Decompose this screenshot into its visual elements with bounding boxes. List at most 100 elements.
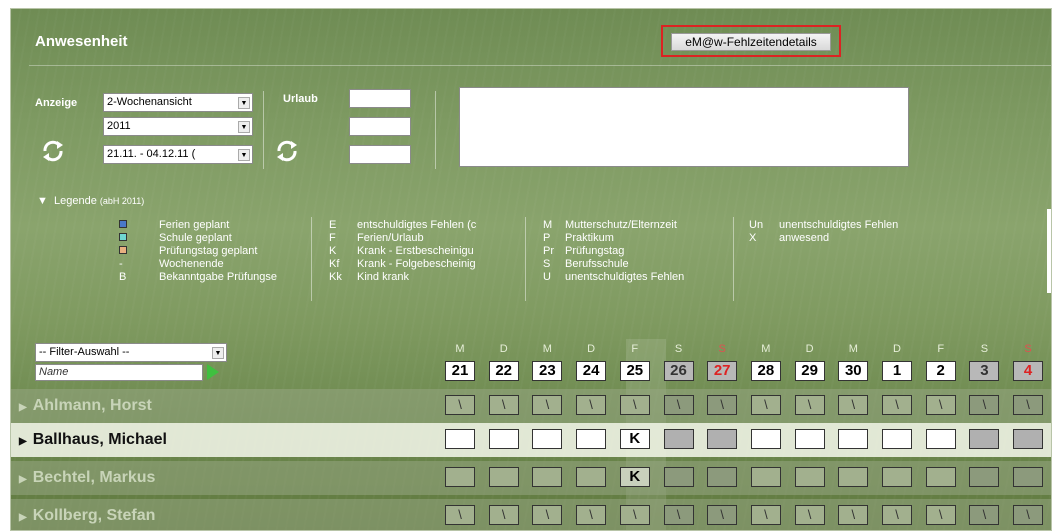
attendance-cell[interactable]: \: [532, 505, 563, 525]
attendance-cell[interactable]: \: [925, 395, 956, 415]
attendance-cell[interactable]: K: [619, 429, 650, 449]
attendance-cell[interactable]: [882, 467, 912, 487]
expand-arrow-icon[interactable]: ▶: [19, 402, 27, 413]
view-select[interactable]: 2-Wochenansicht ▼: [103, 93, 253, 112]
legend-label: Wochenende: [159, 258, 224, 270]
name-filter-input[interactable]: Name: [35, 364, 203, 381]
filter-select[interactable]: -- Filter-Auswahl -- ▼: [35, 343, 227, 362]
attendance-cell[interactable]: [532, 429, 563, 449]
attendance-cell[interactable]: [969, 467, 1000, 487]
day-number: 4: [1013, 361, 1044, 381]
scrollbar-thumb[interactable]: [1047, 209, 1051, 293]
attendance-cell[interactable]: [663, 429, 694, 449]
year-select[interactable]: 2011 ▼: [103, 117, 253, 136]
attendance-cell[interactable]: \: [882, 395, 912, 415]
attendance-cell[interactable]: [445, 429, 475, 449]
attendance-cell[interactable]: [1013, 467, 1044, 487]
attendance-cell[interactable]: [532, 467, 563, 487]
attendance-cell[interactable]: \: [1013, 395, 1044, 415]
attendance-cell[interactable]: [488, 429, 519, 449]
attendance-cell[interactable]: \: [925, 505, 956, 525]
attendance-cell[interactable]: [882, 429, 912, 449]
attendance-cell[interactable]: \: [445, 505, 475, 525]
attendance-cell[interactable]: \: [794, 395, 825, 415]
expand-arrow-icon[interactable]: ▶: [19, 436, 27, 447]
urlaub-field-2[interactable]: [349, 117, 411, 136]
attendance-cell[interactable]: \: [707, 505, 738, 525]
attendance-cell[interactable]: \: [838, 395, 869, 415]
attendance-cell[interactable]: [750, 467, 781, 487]
attendance-cell[interactable]: [1013, 429, 1044, 449]
attendance-cell[interactable]: [969, 429, 1000, 449]
attendance-cell[interactable]: [794, 467, 825, 487]
day-number: 3: [969, 361, 1000, 381]
attendance-cell[interactable]: \: [707, 395, 738, 415]
attendance-cell[interactable]: \: [838, 505, 869, 525]
legend-code: B: [119, 271, 127, 283]
legend-item: S Berufsschule: [543, 258, 684, 271]
attendance-cell[interactable]: [838, 467, 869, 487]
attendance-cell[interactable]: [838, 429, 869, 449]
person-name: ▶ Bechtel, Markus: [19, 469, 155, 487]
attendance-cell[interactable]: \: [619, 505, 650, 525]
play-icon[interactable]: [207, 364, 219, 380]
legend-label: Mutterschutz/Elternzeit: [565, 219, 677, 231]
legend-label: Ferien geplant: [159, 219, 230, 231]
day-number: 26: [663, 361, 694, 381]
expand-arrow-icon[interactable]: ▶: [19, 474, 27, 485]
urlaub-field-1[interactable]: [349, 89, 411, 108]
range-select[interactable]: 21.11. - 04.12.11 ( ▼: [103, 145, 253, 164]
attendance-cell[interactable]: \: [576, 505, 607, 525]
person-row[interactable]: ▶ Kollberg, Stefan \ \ \ \ \ \ \ \ \ \ \ \ \ \: [11, 499, 1051, 530]
chevron-down-icon: ▼: [212, 347, 224, 359]
day-letter: M: [542, 343, 552, 355]
legend-toggle[interactable]: ▼ Legende (abH 2011): [37, 195, 144, 208]
attendance-cell[interactable]: \: [1013, 505, 1044, 525]
attendance-cell[interactable]: \: [882, 505, 912, 525]
fehlzeitendetails-button[interactable]: eM@w-Fehlzeitendetails: [671, 33, 831, 51]
attendance-cell[interactable]: \: [488, 395, 519, 415]
attendance-cell[interactable]: \: [445, 395, 475, 415]
attendance-cell[interactable]: [488, 467, 519, 487]
day-number: 21: [445, 361, 475, 381]
attendance-cell[interactable]: \: [969, 505, 1000, 525]
attendance-cell[interactable]: [794, 429, 825, 449]
attendance-cell[interactable]: \: [488, 505, 519, 525]
attendance-cell[interactable]: [750, 429, 781, 449]
attendance-cell[interactable]: \: [663, 505, 694, 525]
attendance-cell[interactable]: K: [619, 467, 650, 487]
attendance-cell[interactable]: [707, 429, 738, 449]
attendance-cell[interactable]: [925, 467, 956, 487]
person-row[interactable]: ▶ Ballhaus, Michael K: [11, 423, 1051, 457]
attendance-cell[interactable]: [576, 429, 607, 449]
expand-arrow-icon[interactable]: ▶: [19, 512, 27, 523]
attendance-cell[interactable]: [445, 467, 475, 487]
attendance-cell[interactable]: \: [532, 395, 563, 415]
header-divider: [29, 65, 1051, 66]
legend-code: P: [543, 232, 551, 244]
refresh-icon[interactable]: [41, 139, 65, 163]
attendance-cell[interactable]: \: [750, 505, 781, 525]
refresh-icon[interactable]: [275, 139, 299, 163]
attendance-cell[interactable]: \: [663, 395, 694, 415]
attendance-cell[interactable]: \: [576, 395, 607, 415]
legend-column-2: Eentschuldigtes Fehlen (c F Ferien/Urlaub K…: [329, 219, 476, 284]
legend-label: entschuldigtes Fehlen (c: [357, 219, 477, 231]
attendance-cell[interactable]: [707, 467, 738, 487]
attendance-cell[interactable]: [576, 467, 607, 487]
person-row[interactable]: ▶ Bechtel, Markus K: [11, 461, 1051, 495]
divider: [435, 91, 436, 169]
attendance-cell[interactable]: \: [794, 505, 825, 525]
attendance-cell[interactable]: [663, 467, 694, 487]
panel-title: Anwesenheit: [35, 33, 128, 50]
legend-label: Prüfungstag geplant: [159, 245, 258, 257]
person-row[interactable]: ▶ Ahlmann, Horst \ \ \ \ \ \ \ \ \ \ \ \ \ \: [11, 389, 1051, 423]
attendance-cell[interactable]: \: [619, 395, 650, 415]
attendance-cell[interactable]: \: [750, 395, 781, 415]
attendance-cell[interactable]: [925, 429, 956, 449]
legend-swatch: [119, 233, 127, 241]
notes-textarea[interactable]: [459, 87, 909, 167]
urlaub-field-3[interactable]: [349, 145, 411, 164]
legend-item: Un unentschuldigtes Fehlen: [749, 219, 898, 232]
attendance-cell[interactable]: \: [969, 395, 1000, 415]
